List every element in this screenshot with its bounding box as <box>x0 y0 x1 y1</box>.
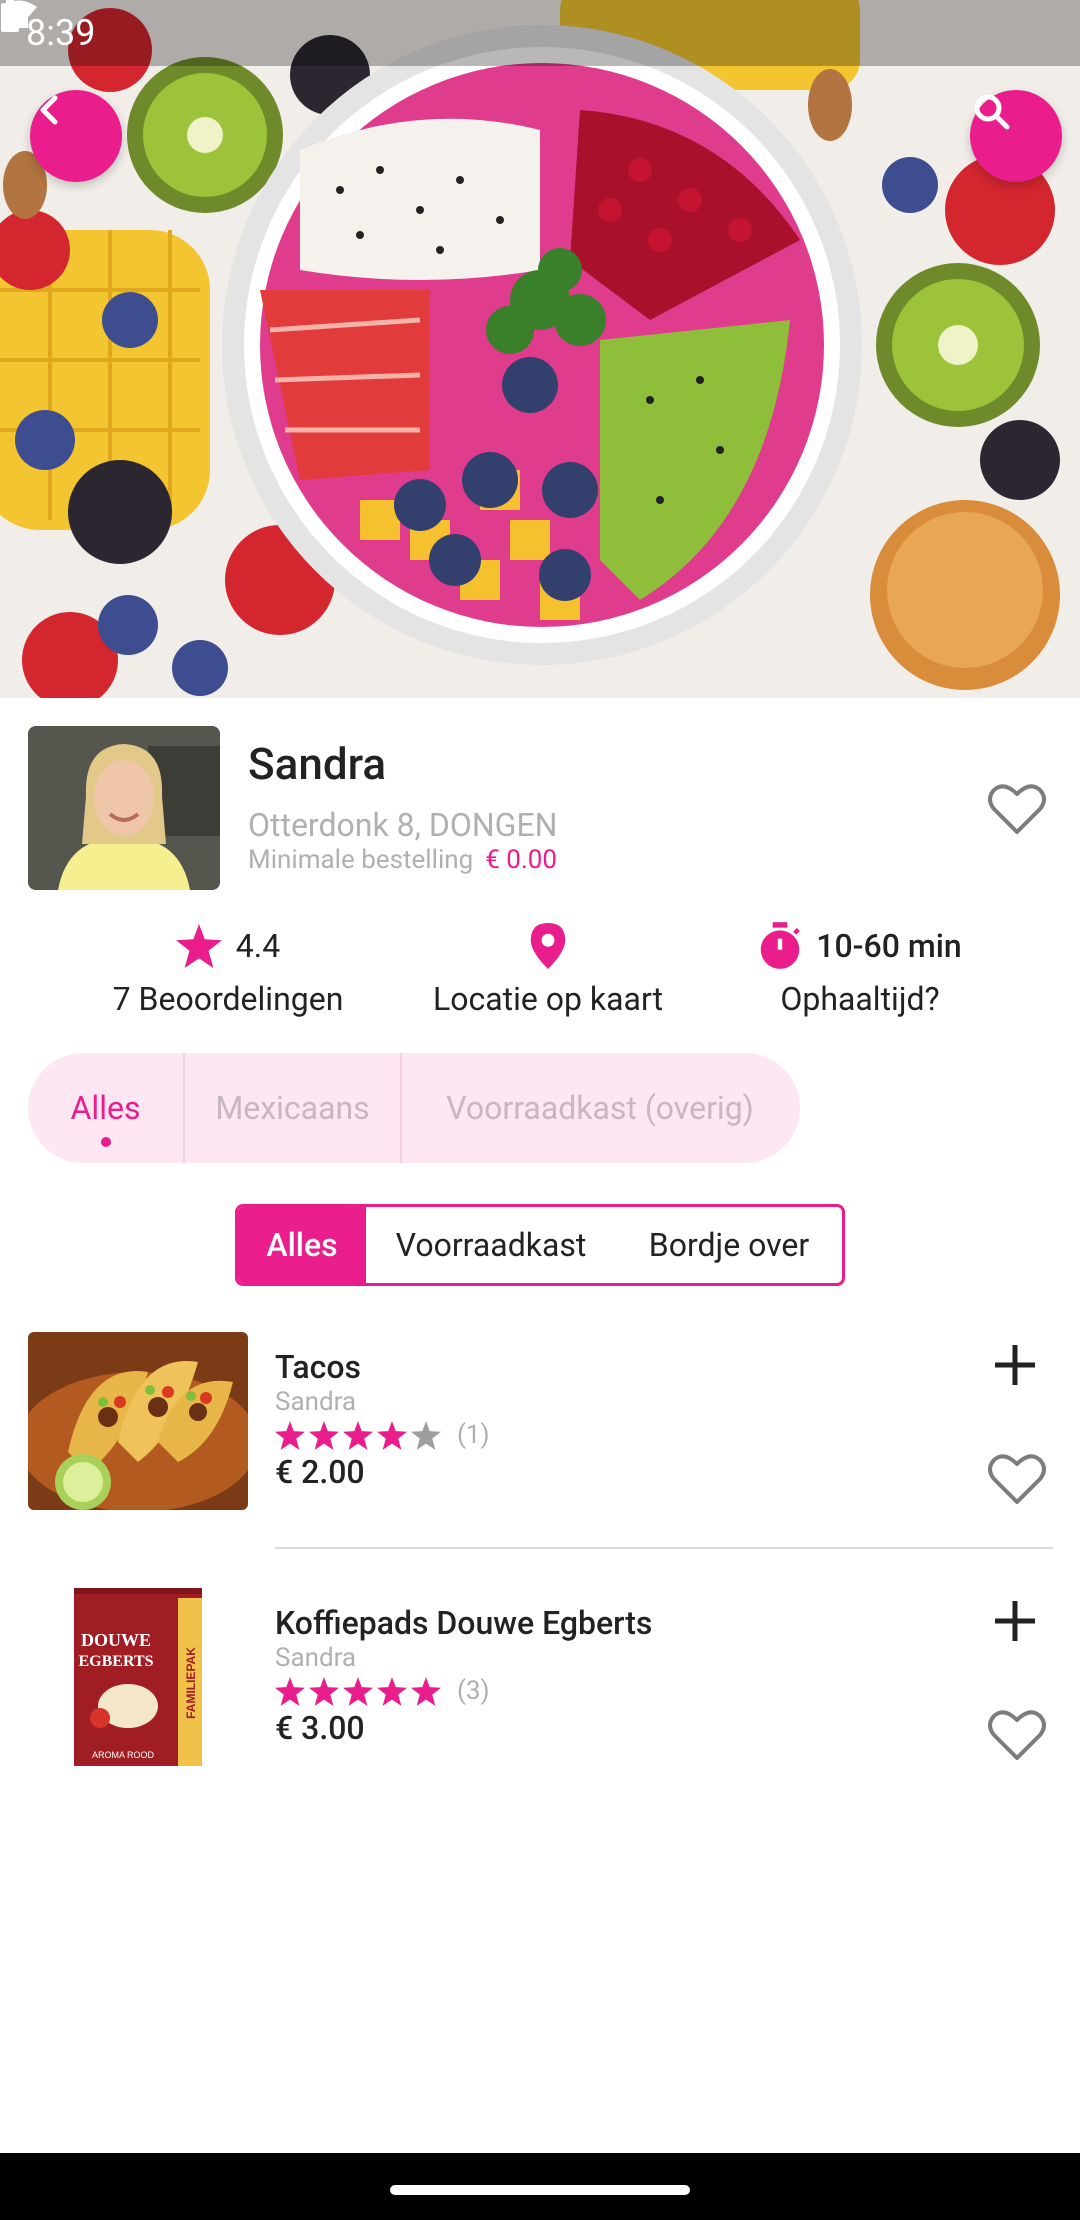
category-label: Voorraadkast (overig) <box>446 1089 754 1127</box>
product-image-tacos <box>28 1332 248 1510</box>
segment-alles[interactable]: Alles <box>238 1207 366 1283</box>
fruit-bowl-illustration <box>0 0 1080 698</box>
star-filled-icon <box>411 1676 441 1706</box>
pack-brand-2: EGBERTS <box>78 1653 153 1670</box>
pickup-stat[interactable]: 10-60 min Ophaaltijd? <box>710 918 1010 1018</box>
category-label: Mexicaans <box>215 1089 370 1127</box>
star-filled-icon <box>275 1420 305 1450</box>
tacos-photo <box>28 1332 248 1510</box>
product-image-koffiepads: DOUWE EGBERTS FAMILIEPAK AROMA ROOD <box>28 1588 248 1766</box>
product-title: Tacos <box>275 1348 361 1386</box>
star-filled-icon <box>309 1676 339 1706</box>
star-empty-icon <box>411 1420 441 1450</box>
category-tab-voorraadkast-overig[interactable]: Voorraadkast (overig) <box>402 1053 798 1163</box>
favorite-product-button[interactable] <box>988 1708 1046 1766</box>
back-button[interactable] <box>30 90 122 182</box>
product-rating: (3) <box>275 1676 490 1706</box>
product-price: € 2.00 <box>275 1453 365 1491</box>
pickup-time: 10-60 min <box>816 927 962 965</box>
coffee-pack-photo: DOUWE EGBERTS FAMILIEPAK AROMA ROOD <box>74 1588 202 1766</box>
category-label: Alles <box>70 1089 141 1127</box>
avatar-photo <box>28 726 220 890</box>
star-icon <box>175 924 222 968</box>
rating-value: 4.4 <box>235 927 281 965</box>
segment-voorraadkast[interactable]: Voorraadkast <box>366 1207 616 1283</box>
type-segmented-control: Alles Voorraadkast Bordje over <box>235 1204 845 1286</box>
segment-bordje-over[interactable]: Bordje over <box>616 1207 842 1283</box>
avatar <box>28 726 220 890</box>
product-review-count: (3) <box>457 1676 490 1706</box>
heart-outline-icon <box>988 784 1046 834</box>
reviews-count: 7 Beoordelingen <box>112 980 344 1018</box>
pack-brand-1: DOUWE <box>81 1630 151 1650</box>
product-seller: Sandra <box>275 1643 357 1673</box>
plus-icon <box>995 1601 1035 1641</box>
category-tabs: Alles Mexicaans Voorraadkast (overig) <box>28 1053 800 1163</box>
battery-icon <box>1 0 19 32</box>
star-filled-icon <box>343 1420 373 1450</box>
product-review-count: (1) <box>457 1420 490 1450</box>
heart-outline-icon <box>988 1710 1046 1760</box>
location-pin-icon <box>530 923 566 969</box>
add-to-cart-button[interactable] <box>992 1342 1038 1392</box>
active-indicator-dot <box>100 1137 111 1147</box>
back-arrow-icon <box>40 95 58 125</box>
home-gesture-handle[interactable] <box>390 2185 690 2195</box>
favorite-product-button[interactable] <box>988 1452 1046 1510</box>
star-filled-icon <box>377 1676 407 1706</box>
restaurant-name: Sandra <box>248 738 387 790</box>
search-button[interactable] <box>970 90 1062 182</box>
category-tab-mexicaans[interactable]: Mexicaans <box>185 1053 400 1163</box>
location-stat[interactable]: Locatie op kaart <box>398 918 698 1018</box>
min-order-value: € 0.00 <box>485 845 557 875</box>
location-label: Locatie op kaart <box>432 980 664 1018</box>
min-order: Minimale bestelling € 0.00 <box>248 845 557 875</box>
star-filled-icon <box>309 1420 339 1450</box>
pickup-label: Ophaaltijd? <box>780 980 940 1018</box>
plus-icon <box>995 1345 1035 1385</box>
pack-bottom-label: AROMA ROOD <box>92 1750 155 1760</box>
favorite-restaurant-button[interactable] <box>988 782 1046 840</box>
stopwatch-icon <box>761 922 801 969</box>
status-bar: 8:39 <box>0 0 1080 66</box>
product-rating: (1) <box>275 1420 490 1450</box>
product-seller: Sandra <box>275 1387 357 1417</box>
product-title: Koffiepads Douwe Egberts <box>275 1604 653 1642</box>
add-to-cart-button[interactable] <box>992 1598 1038 1648</box>
star-filled-icon <box>275 1676 305 1706</box>
min-order-label: Minimale bestelling <box>248 845 474 875</box>
list-divider <box>275 1547 1053 1549</box>
star-filled-icon <box>377 1420 407 1450</box>
category-tab-alles[interactable]: Alles <box>28 1053 183 1163</box>
search-icon <box>974 94 1010 130</box>
hero-image: 8:39 <box>0 0 1080 698</box>
star-filled-icon <box>343 1676 373 1706</box>
product-price: € 3.00 <box>275 1709 365 1747</box>
restaurant-address: Otterdonk 8, DONGEN <box>248 806 558 844</box>
pack-side-label: FAMILIEPAK <box>184 1647 198 1719</box>
heart-outline-icon <box>988 1454 1046 1504</box>
rating-stat[interactable]: 4.4 7 Beoordelingen <box>78 918 378 1018</box>
